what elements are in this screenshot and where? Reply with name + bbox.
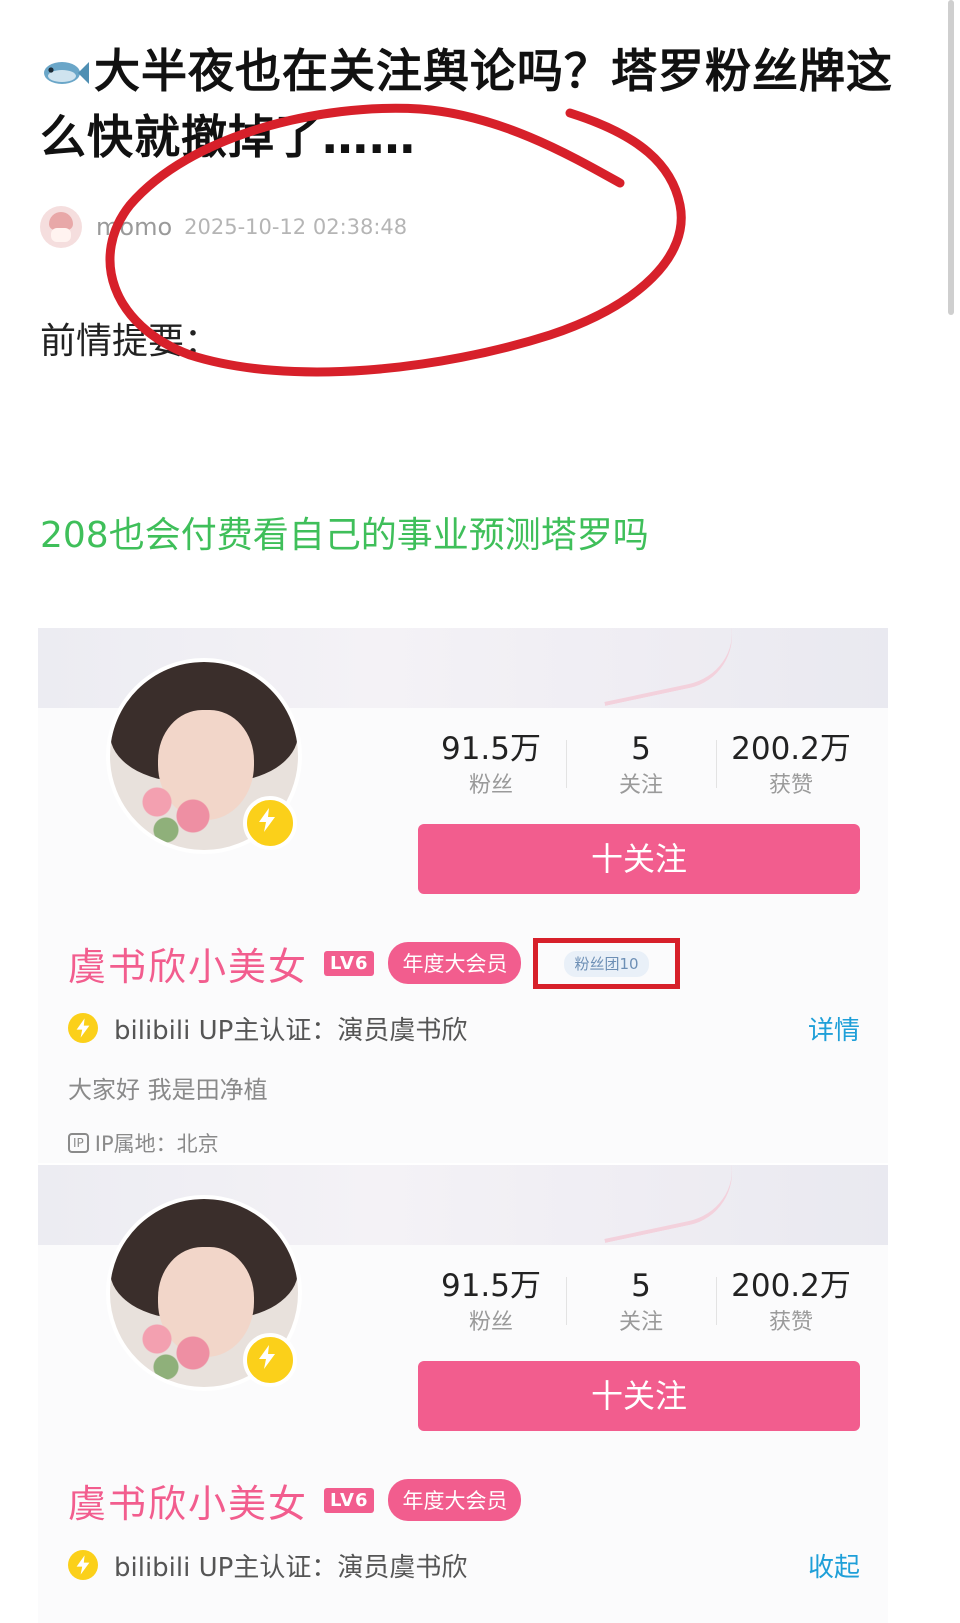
scrollbar[interactable] <box>948 0 954 315</box>
intro-text: 前情提要： <box>40 321 221 362</box>
ip-icon: IP <box>68 1133 89 1153</box>
follow-button[interactable]: 十关注 <box>418 1361 860 1431</box>
vip-badge[interactable]: 年度大会员 <box>388 1479 522 1521</box>
profile-stats: 91.5万 粉丝 5 关注 200.2万 获赞 <box>416 1265 866 1339</box>
follow-button[interactable]: 十关注 <box>418 824 860 894</box>
level-badge: LV6 <box>324 950 375 976</box>
ip-location: IP IP属地：北京 <box>68 1128 219 1158</box>
collapse-link[interactable]: 收起 <box>808 1547 860 1584</box>
username: 虞书欣小美女 <box>68 944 309 989</box>
vip-badge[interactable]: 年度大会员 <box>388 942 522 984</box>
username: 虞书欣小美女 <box>68 1481 309 1526</box>
name-row: 虞书欣小美女 LV6 年度大会员 粉丝团10 <box>68 937 680 989</box>
lightning-icon <box>243 796 297 850</box>
level-badge: LV6 <box>324 1487 375 1513</box>
post-title-text: 大半夜也在关注舆论吗？塔罗粉丝牌这么快就撤掉了…… <box>40 44 893 164</box>
green-link-text[interactable]: 208也会付费看自己的事业预测塔罗吗 <box>40 506 649 558</box>
ip-text: IP属地：北京 <box>94 1132 219 1156</box>
fish-icon <box>44 62 89 84</box>
fan-badge-highlight: 粉丝团10 <box>533 937 680 989</box>
profile-stats: 91.5万 粉丝 5 关注 200.2万 获赞 <box>416 728 866 802</box>
stat-following[interactable]: 5 关注 <box>566 1265 716 1339</box>
author-name[interactable]: momo <box>96 213 172 241</box>
post-title: 大半夜也在关注舆论吗？塔罗粉丝牌这么快就撤掉了…… <box>40 38 920 170</box>
post-meta: momo 2025-10-12 02:38:48 <box>40 205 407 249</box>
author-avatar[interactable] <box>40 206 82 248</box>
lightning-icon <box>68 1013 98 1043</box>
stat-likes: 200.2万 获赞 <box>716 728 866 802</box>
bio-text: 大家好 我是田净植 <box>68 1076 268 1104</box>
profile-card: 91.5万 粉丝 5 关注 200.2万 获赞 十关注 虞书欣小美女 LV6 年… <box>38 628 888 1163</box>
lightning-icon <box>243 1333 297 1387</box>
cert-text: bilibili UP主认证：演员虞书欣 <box>114 1552 468 1583</box>
details-link[interactable]: 详情 <box>808 1010 860 1047</box>
name-row: 虞书欣小美女 LV6 年度大会员 <box>68 1475 522 1526</box>
post-date: 2025-10-12 02:38:48 <box>184 215 408 239</box>
stat-following[interactable]: 5 关注 <box>566 728 716 802</box>
stat-fans[interactable]: 91.5万 粉丝 <box>416 728 566 802</box>
stat-fans[interactable]: 91.5万 粉丝 <box>416 1265 566 1339</box>
cert-row: bilibili UP主认证：演员虞书欣 收起 <box>68 1545 860 1585</box>
cert-row: bilibili UP主认证：演员虞书欣 详情 <box>68 1008 860 1048</box>
stat-likes: 200.2万 获赞 <box>716 1265 866 1339</box>
profile-card: 91.5万 粉丝 5 关注 200.2万 获赞 十关注 虞书欣小美女 LV6 年… <box>38 1165 888 1623</box>
cert-text: bilibili UP主认证：演员虞书欣 <box>114 1015 468 1046</box>
lightning-icon <box>68 1550 98 1580</box>
fan-badge[interactable]: 粉丝团10 <box>564 950 649 977</box>
